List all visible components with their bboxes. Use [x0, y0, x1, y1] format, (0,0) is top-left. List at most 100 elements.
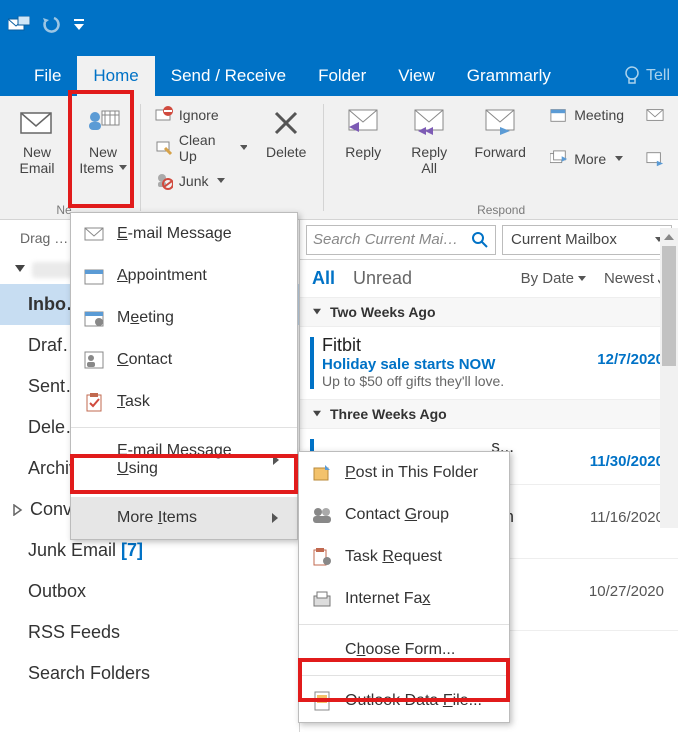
menu-internet-fax[interactable]: Internet Fax — [299, 578, 519, 620]
qat-mail-icon[interactable] — [8, 14, 30, 36]
tab-home[interactable]: Home — [77, 56, 154, 96]
menu-task-request[interactable]: Task Request — [299, 536, 519, 578]
sort-by-date[interactable]: By Date — [521, 270, 586, 287]
more-button[interactable]: More — [546, 148, 628, 170]
tell-me-label: Tell — [646, 67, 670, 85]
calendar-icon — [83, 265, 105, 287]
new-items-label2: Items — [79, 160, 113, 176]
meeting-button[interactable]: Meeting — [546, 104, 628, 126]
group-label-respond: Respond — [324, 203, 678, 217]
clean-up-label: Clean Up — [179, 132, 231, 164]
tab-grammarly[interactable]: Grammarly — [451, 56, 567, 96]
menu-task[interactable]: Task — [71, 381, 297, 423]
folder-search-folders[interactable]: Search Folders — [0, 653, 299, 694]
blank-icon — [83, 449, 105, 471]
new-items-icon — [85, 106, 121, 140]
contact-group-icon — [311, 504, 333, 526]
group-two-weeks[interactable]: Two Weeks Ago — [300, 298, 678, 327]
collapse-icon — [313, 308, 321, 316]
menu-post-label: Post in This Folder — [345, 464, 478, 482]
clean-up-button[interactable]: Clean Up — [151, 130, 251, 166]
clean-up-icon — [155, 139, 173, 157]
ribbon: New Email New Items Ne… Ignore — [0, 96, 678, 220]
menu-more-items[interactable]: More Items — [71, 497, 297, 539]
menu-contact-label: Contact — [117, 351, 172, 369]
menu-choose-form[interactable]: Choose Form... — [299, 629, 519, 671]
group-two-weeks-label: Two Weeks Ago — [330, 304, 436, 320]
tab-view[interactable]: View — [382, 56, 451, 96]
respond-extra1[interactable] — [642, 104, 668, 126]
tab-folder[interactable]: Folder — [302, 56, 382, 96]
dropdown-arrow-icon — [240, 145, 247, 151]
more-label: More — [574, 151, 606, 167]
menu-post-in-folder[interactable]: Post in This Folder — [299, 452, 519, 494]
folder-rss[interactable]: RSS Feeds — [0, 612, 299, 653]
dropdown-arrow-icon — [615, 156, 623, 162]
message-row[interactable]: Fitbit Holiday sale starts NOW Up to $50… — [300, 327, 678, 400]
expand-right-icon — [12, 504, 24, 516]
ignore-button[interactable]: Ignore — [151, 104, 251, 126]
new-items-button[interactable]: New Items — [74, 102, 132, 176]
newest-label: Newest — [604, 270, 654, 287]
envelope-arrow-icon — [646, 150, 664, 168]
folder-outbox[interactable]: Outbox — [0, 571, 299, 612]
scroll-thumb[interactable] — [662, 246, 676, 366]
junk-button[interactable]: Junk — [151, 170, 251, 192]
post-icon — [311, 462, 333, 484]
lightbulb-icon — [624, 66, 640, 86]
search-icon[interactable] — [471, 231, 489, 249]
menu-email-using[interactable]: E-mail Message Using — [71, 432, 297, 488]
filter-all[interactable]: All — [312, 268, 335, 289]
title-bar — [0, 0, 678, 50]
menu-contact-group[interactable]: Contact Group — [299, 494, 519, 536]
new-email-icon — [19, 106, 55, 140]
group-three-weeks-label: Three Weeks Ago — [330, 406, 447, 422]
menu-appointment-label: Appointment — [117, 267, 207, 285]
delete-icon — [268, 106, 304, 140]
scroll-up-icon[interactable] — [660, 228, 678, 246]
delete-button[interactable]: Delete — [259, 102, 313, 160]
filter-unread[interactable]: Unread — [353, 268, 412, 289]
dropdown-arrow-icon — [119, 165, 127, 171]
forward-button[interactable]: Forward — [466, 102, 534, 160]
scrollbar[interactable] — [660, 228, 678, 528]
menu-outlook-data-file[interactable]: Outlook Data File... — [299, 680, 519, 722]
menu-more-items-label: More Items — [117, 509, 197, 527]
tab-file[interactable]: File — [18, 56, 77, 96]
task-request-icon — [311, 546, 333, 568]
undo-icon[interactable] — [40, 14, 62, 36]
reply-all-button[interactable]: Reply All — [400, 102, 458, 176]
tab-send-receive[interactable]: Send / Receive — [155, 56, 302, 96]
sort-newest[interactable]: Newest — [604, 270, 666, 287]
blank-icon — [83, 507, 105, 529]
new-email-button[interactable]: New Email — [8, 102, 66, 176]
qat-customize-icon[interactable] — [72, 14, 86, 36]
reply-button[interactable]: Reply — [334, 102, 392, 160]
msg-preview: Up to $50 off gifts they'll love. — [322, 373, 664, 389]
menu-internet-fax-label: Internet Fax — [345, 590, 430, 608]
tell-me[interactable]: Tell — [616, 56, 678, 96]
reply-all-label1: Reply — [411, 144, 447, 160]
menu-task-request-label: Task Request — [345, 548, 442, 566]
search-placeholder: Search Current Mai… — [313, 231, 458, 248]
ribbon-tabs: File Home Send / Receive Folder View Gra… — [0, 50, 678, 96]
menu-email-label: E-mail Message — [117, 225, 232, 243]
respond-extra2[interactable] — [642, 148, 668, 170]
search-scope-dropdown[interactable]: Current Mailbox — [502, 225, 672, 255]
dropdown-arrow-icon — [578, 276, 586, 282]
search-input[interactable]: Search Current Mai… — [306, 225, 496, 255]
expand-down-icon — [14, 263, 26, 275]
menu-appointment[interactable]: Appointment — [71, 255, 297, 297]
menu-meeting[interactable]: Meeting — [71, 297, 297, 339]
msg-date: 12/7/2020 — [597, 351, 664, 368]
meeting-label: Meeting — [574, 107, 624, 123]
delete-label: Delete — [266, 144, 306, 160]
menu-choose-form-label: Choose Form... — [345, 641, 455, 659]
reply-label: Reply — [345, 144, 381, 160]
submenu-arrow-icon — [271, 512, 279, 524]
forward-label: Forward — [475, 144, 526, 160]
forward-icon — [482, 106, 518, 140]
menu-contact[interactable]: Contact — [71, 339, 297, 381]
menu-email-message[interactable]: E-mail Message — [71, 213, 297, 255]
group-three-weeks[interactable]: Three Weeks Ago — [300, 400, 678, 429]
